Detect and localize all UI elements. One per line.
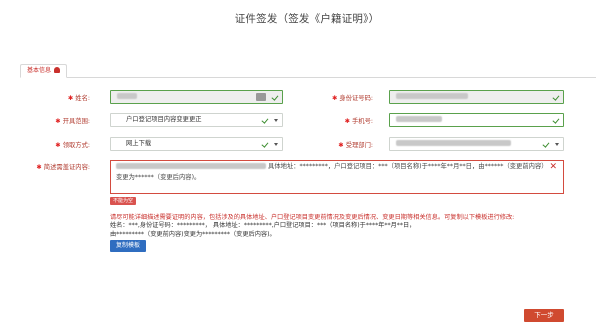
required-star: ✱ [332, 95, 338, 102]
error-badge: 不能为空 [110, 197, 137, 205]
tab-label: 基本信息 [27, 67, 52, 74]
page-title: 证件签发（签发《户籍证明》） [234, 13, 380, 25]
scope-select[interactable]: 户口登记项目内容变更更正 [110, 113, 283, 127]
content-line-1: 具体地址：*********，户口登记项目：***（项目名称)于****年**月… [116, 161, 551, 172]
delivery-label: ✱ 领取方式: [55, 142, 90, 149]
valid-check-icon [271, 91, 278, 103]
card-icon [256, 93, 266, 101]
scope-label: ✱ 开具范围: [55, 118, 90, 125]
template-line-2: 由*********（变更前内容)变更为*********（变更后内容)。 [110, 230, 276, 238]
dept-label: ✱ 受理部门: [338, 142, 373, 149]
chevron-down-icon [555, 143, 559, 146]
phone-field[interactable] [389, 113, 564, 127]
redacted-phone [396, 116, 442, 122]
tab-basic-info[interactable]: 基本信息 [20, 64, 68, 78]
content-textarea[interactable]: 具体地址：*********，户口登记项目：***（项目名称)于****年**月… [110, 160, 564, 194]
valid-check-icon [261, 114, 268, 126]
alert-icon [54, 67, 61, 73]
redacted-dept [396, 140, 511, 146]
phone-label: ✱ 手机号: [344, 118, 373, 125]
required-star: ✱ [68, 95, 74, 102]
chevron-down-icon [274, 119, 278, 122]
template-text: 姓名：***,身份证号码：*********， 具体地址：*********,户… [110, 222, 590, 239]
required-star: ✱ [338, 142, 344, 149]
redacted-name [117, 93, 137, 99]
valid-check-icon [261, 138, 268, 150]
tab-divider [20, 77, 596, 78]
required-star: ✱ [55, 118, 61, 125]
required-star: ✱ [344, 118, 350, 125]
clear-icon[interactable]: ✕ [549, 162, 557, 173]
name-field[interactable] [110, 90, 283, 104]
scope-value: 户口登记项目内容变更更正 [126, 116, 202, 123]
redacted-content [116, 163, 266, 169]
hint-warning: 请尽可能详细描述需要证明的内容，包括涉及的具体地址、户口登记项目变更前情况及变更… [110, 214, 515, 221]
valid-check-icon [552, 91, 559, 103]
content-line-2: 变更为******（变更后内容)。 [116, 174, 201, 181]
copy-template-button[interactable]: 复制模板 [110, 240, 147, 252]
content-label: ✱ 简述需盖证内容: [36, 164, 90, 171]
required-star: ✱ [36, 164, 42, 171]
template-line-1: 姓名：***,身份证号码：*********， 具体地址：*********,户… [110, 222, 416, 229]
required-star: ✱ [55, 142, 61, 149]
name-label: ✱ 姓名: [68, 95, 90, 102]
next-step-button[interactable]: 下一步 [524, 309, 564, 322]
delivery-value: 网上下载 [126, 140, 152, 147]
chevron-down-icon [274, 143, 278, 146]
valid-check-icon [542, 138, 549, 150]
id-label: ✱ 身份证号码: [332, 95, 373, 102]
delivery-select[interactable]: 网上下载 [110, 137, 283, 151]
redacted-id [396, 93, 468, 99]
dept-select[interactable] [389, 137, 564, 151]
valid-check-icon [552, 114, 559, 126]
id-number-field[interactable] [389, 90, 564, 104]
